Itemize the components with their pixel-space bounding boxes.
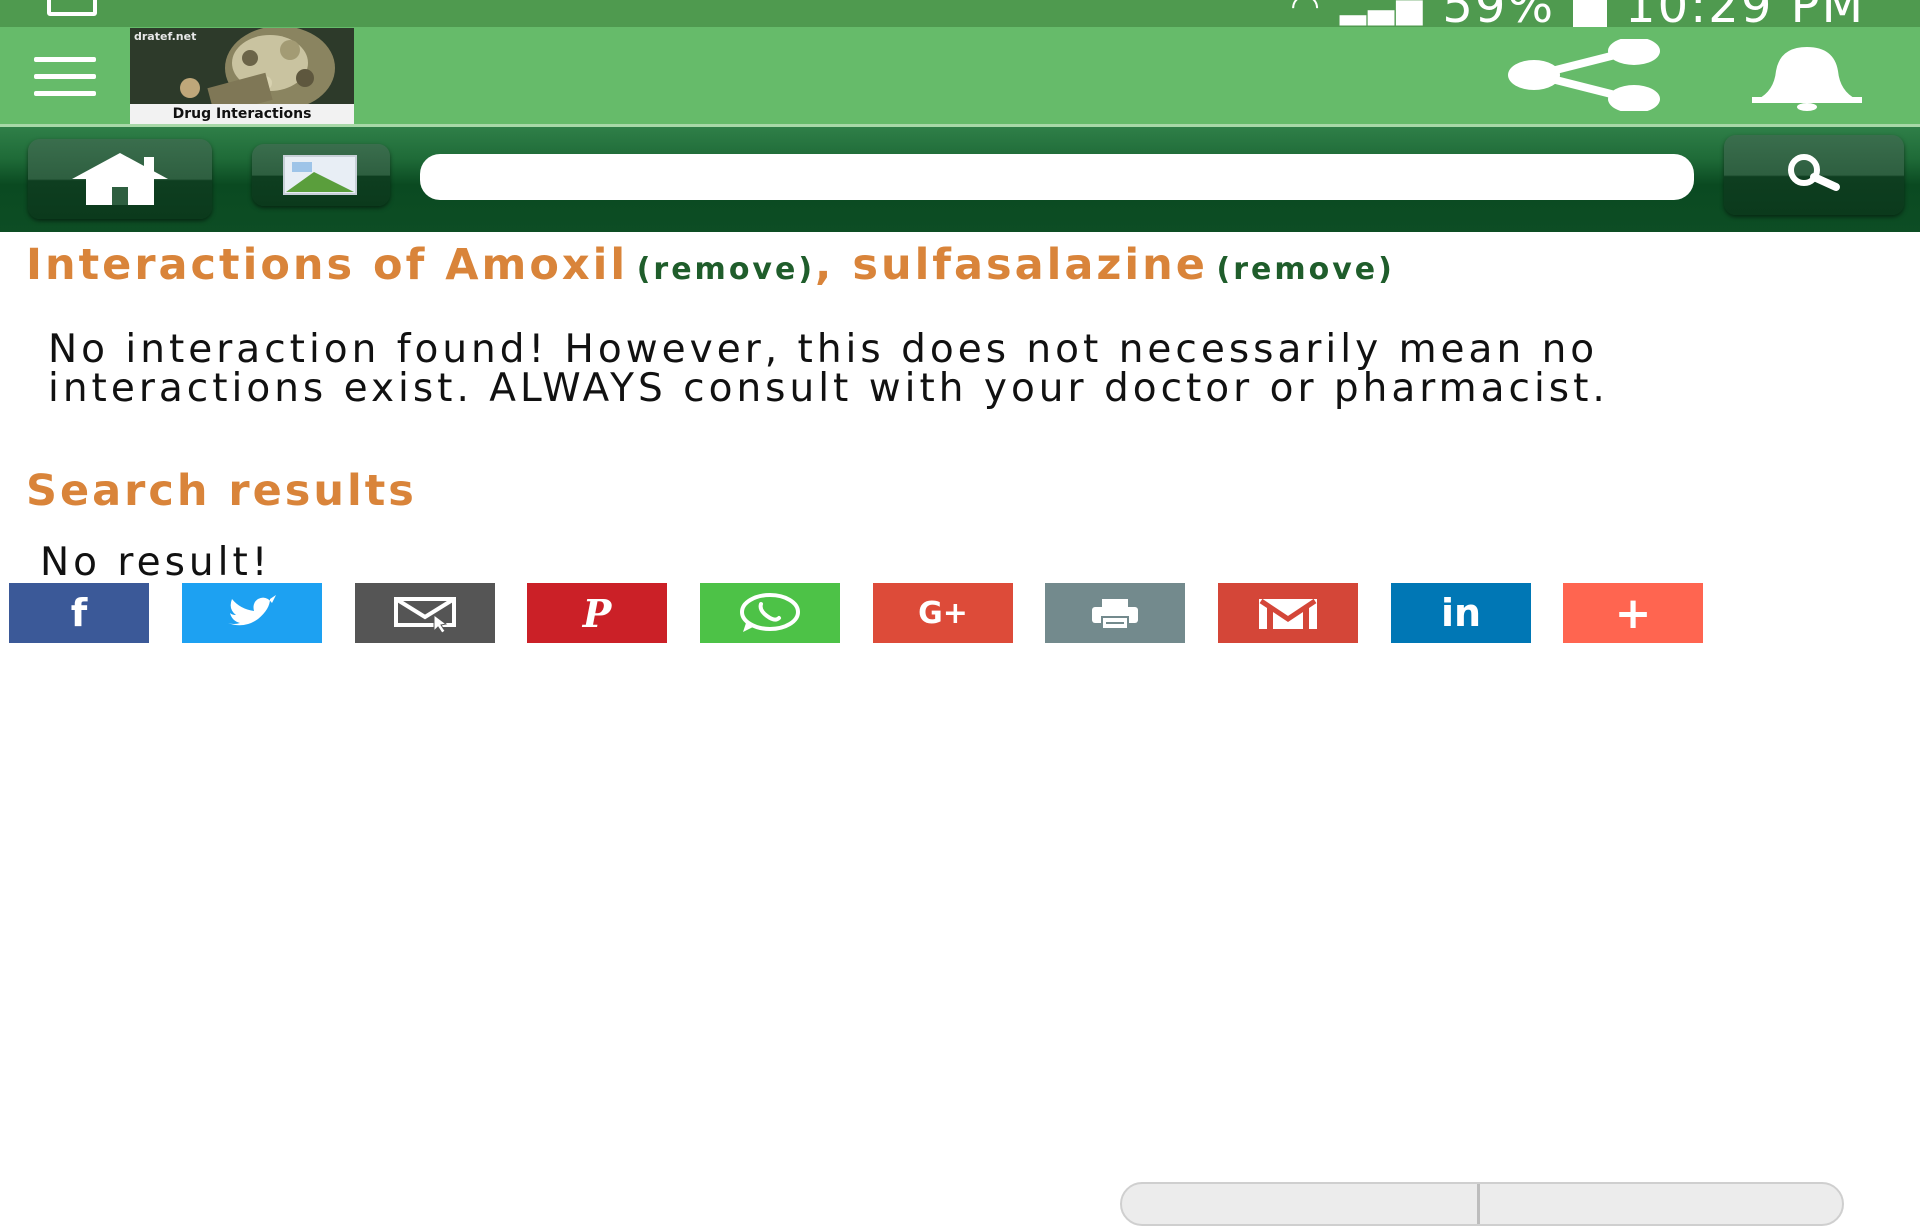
interactions-heading: Interactions of Amoxil (remove), sulfasa…: [26, 240, 1395, 290]
no-interaction-message: No interaction found! However, this does…: [48, 327, 1609, 411]
drug-name-1: Amoxil: [445, 240, 629, 290]
heading-prefix: Interactions of: [26, 240, 446, 290]
envelope-icon: [394, 597, 456, 633]
gallery-notification-icon: [47, 0, 97, 16]
twitter-share-button[interactable]: [182, 583, 322, 643]
search-icon: [1788, 154, 1840, 191]
image-icon: [283, 155, 357, 195]
status-bar: ◠ ▂▃▅ 59% 10:29 PM: [0, 0, 1920, 27]
linkedin-icon: in: [1440, 591, 1482, 635]
menu-icon[interactable]: [34, 57, 96, 97]
status-indicators: ◠ ▂▃▅ 59% 10:29 PM: [1290, 0, 1865, 27]
image-button[interactable]: [252, 144, 390, 206]
gmail-share-button[interactable]: [1218, 583, 1358, 643]
whatsapp-share-button[interactable]: [700, 583, 840, 643]
app-bar: dratef.net Drug Interactions: [0, 27, 1920, 124]
battery-percent: 59%: [1442, 0, 1555, 27]
plus-icon: +: [1614, 587, 1652, 639]
bottom-control-divider: [1477, 1184, 1480, 1224]
no-result-text: No result!: [40, 540, 272, 585]
google-plus-icon: G+: [918, 595, 968, 631]
drug-name-2: sulfasalazine: [852, 240, 1208, 290]
battery-icon: [1573, 0, 1608, 27]
search-results-title: Search results: [26, 466, 417, 516]
facebook-share-button[interactable]: f: [9, 583, 149, 643]
remove-link-2[interactable]: (remove): [1217, 252, 1395, 287]
email-share-button[interactable]: [355, 583, 495, 643]
search-toolbar: [0, 124, 1920, 232]
share-icon[interactable]: [1506, 39, 1666, 111]
pinterest-share-button[interactable]: P: [527, 583, 667, 643]
linkedin-share-button[interactable]: in: [1391, 583, 1531, 643]
signal-icon: ▂▃▅: [1339, 0, 1425, 26]
home-icon: [72, 153, 168, 205]
logo-label: Drug Interactions: [130, 104, 354, 124]
search-input[interactable]: [420, 154, 1694, 200]
gmail-icon: [1259, 598, 1317, 629]
bottom-control[interactable]: [1120, 1182, 1844, 1226]
logo-site-text: dratef.net: [134, 30, 197, 43]
search-button[interactable]: [1724, 135, 1904, 215]
twitter-icon: [228, 595, 276, 626]
app-logo[interactable]: dratef.net Drug Interactions: [130, 28, 354, 124]
clock: 10:29 PM: [1625, 0, 1865, 27]
home-button[interactable]: [28, 139, 212, 219]
facebook-icon: f: [70, 591, 88, 635]
google-plus-share-button[interactable]: G+: [873, 583, 1013, 643]
pinterest-icon: P: [582, 590, 612, 636]
remove-link-1[interactable]: (remove): [637, 252, 815, 287]
print-share-button[interactable]: [1045, 583, 1185, 643]
more-share-button[interactable]: +: [1563, 583, 1703, 643]
wifi-icon: ◠: [1290, 0, 1322, 26]
bell-icon[interactable]: [1744, 41, 1870, 111]
printer-icon: [1092, 599, 1138, 630]
heading-separator: ,: [815, 240, 853, 290]
whatsapp-icon: [740, 593, 800, 632]
